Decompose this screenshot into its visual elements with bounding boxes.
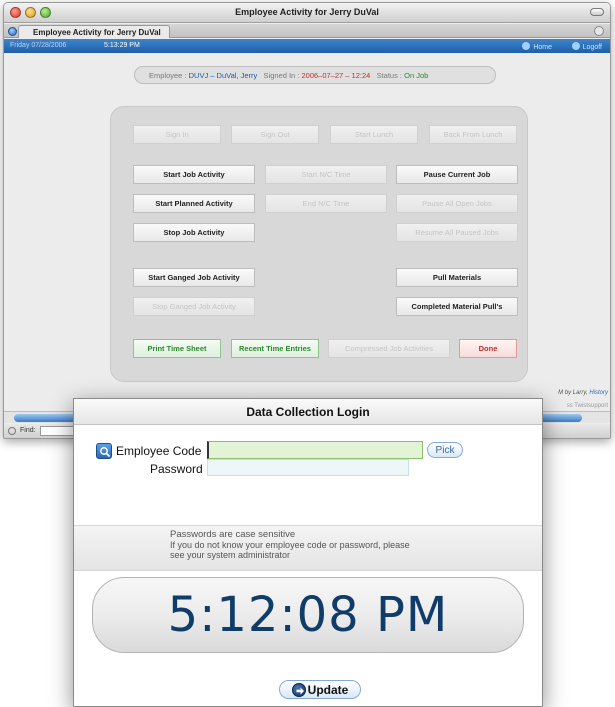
completed-material-pulls-button[interactable]: Completed Material Pull's (396, 297, 518, 316)
start-ganged-job-activity-button[interactable]: Start Ganged Job Activity (133, 268, 255, 287)
app-status-bar: Friday 07/28/2006 5:13:29 PM Home Logoff (4, 39, 610, 53)
status-label: Status : (376, 71, 403, 80)
employee-code-label: Employee Code (116, 444, 202, 458)
history-link[interactable]: History (589, 390, 608, 396)
start-job-activity-button[interactable]: Start Job Activity (133, 165, 255, 184)
window-titlebar: Employee Activity for Jerry DuVal (4, 3, 610, 23)
resume-all-paused-jobs-button[interactable]: Resume All Paused Jobs (396, 223, 518, 242)
notice-line-1: If you do not know your employee code or… (170, 540, 410, 550)
done-button[interactable]: Done (459, 339, 517, 358)
credit-label: M by Larry, (558, 390, 588, 396)
password-notice: Passwords are case sensitive If you do n… (74, 525, 542, 571)
back-from-lunch-button[interactable]: Back From Lunch (429, 125, 517, 144)
close-tab-icon[interactable] (594, 26, 604, 36)
notice-line-2: see your system administrator (170, 550, 291, 560)
password-label: Password (150, 462, 203, 476)
employee-label: Employee : (149, 71, 187, 80)
update-label: Update (307, 682, 349, 697)
home-link[interactable]: Home (522, 42, 552, 51)
pause-current-job-button[interactable]: Pause Current Job (396, 165, 518, 184)
end-nc-time-button[interactable]: End N/C Time (265, 194, 387, 213)
logoff-link-label: Logoff (582, 44, 602, 51)
home-link-label: Home (533, 44, 552, 51)
signed-in-label: Signed In : (263, 71, 300, 80)
print-time-sheet-button[interactable]: Print Time Sheet (133, 339, 221, 358)
update-button[interactable]: Update (279, 680, 361, 699)
password-input[interactable] (207, 459, 409, 476)
stop-job-activity-button[interactable]: Stop Job Activity (133, 223, 255, 242)
employee-activity-window: Employee Activity for Jerry DuVal Employ… (3, 2, 611, 439)
find-label: Find: (20, 427, 36, 434)
support-text: ss Twistsupport (566, 403, 608, 409)
credit-text: M by Larry, History (558, 390, 608, 396)
notice-title: Passwords are case sensitive (170, 529, 296, 540)
pull-materials-button[interactable]: Pull Materials (396, 268, 518, 287)
compressed-job-activities-button[interactable]: Compressed Job Activities (328, 339, 450, 358)
start-nc-time-button[interactable]: Start N/C Time (265, 165, 387, 184)
start-planned-activity-button[interactable]: Start Planned Activity (133, 194, 255, 213)
login-dialog: Data Collection Login Employee Code Pick… (73, 398, 543, 707)
sign-in-button[interactable]: Sign In (133, 125, 221, 144)
dialog-title: Data Collection Login (74, 399, 542, 425)
employee-value: DUVJ – DuVal, Jerry (188, 71, 258, 80)
tab-bar: Employee Activity for Jerry DuVal (4, 24, 610, 38)
window-title: Employee Activity for Jerry DuVal (235, 7, 379, 17)
status-value: On Job (404, 71, 429, 80)
status-date: Friday 07/28/2006 (10, 42, 67, 49)
home-icon (522, 42, 531, 50)
sign-out-button[interactable]: Sign Out (231, 125, 319, 144)
clock-display: 5:12:08 PM (92, 577, 524, 653)
status-time: 5:13:29 PM (104, 42, 140, 49)
close-find-icon[interactable] (8, 427, 16, 435)
globe-icon (8, 27, 17, 36)
user-icon (571, 42, 580, 50)
pick-button[interactable]: Pick (427, 442, 463, 458)
search-icon[interactable] (96, 443, 112, 459)
signed-in-value: 2006–07–27 – 12:24 (301, 71, 371, 80)
arrow-right-icon (291, 682, 306, 697)
logoff-link[interactable]: Logoff (571, 42, 602, 51)
activity-panel: Sign In Sign Out Start Lunch Back From L… (110, 106, 528, 382)
stop-ganged-job-activity-button[interactable]: Stop Ganged Job Activity (133, 297, 255, 316)
tab-employee-activity[interactable]: Employee Activity for Jerry DuVal (18, 25, 170, 38)
recent-time-entries-button[interactable]: Recent Time Entries (231, 339, 319, 358)
toolbar-toggle-button[interactable] (590, 8, 604, 16)
pause-all-open-jobs-button[interactable]: Pause All Open Jobs (396, 194, 518, 213)
start-lunch-button[interactable]: Start Lunch (330, 125, 418, 144)
employee-info-bar: Employee : DUVJ – DuVal, Jerry Signed In… (134, 66, 496, 84)
employee-code-input[interactable] (207, 441, 423, 459)
